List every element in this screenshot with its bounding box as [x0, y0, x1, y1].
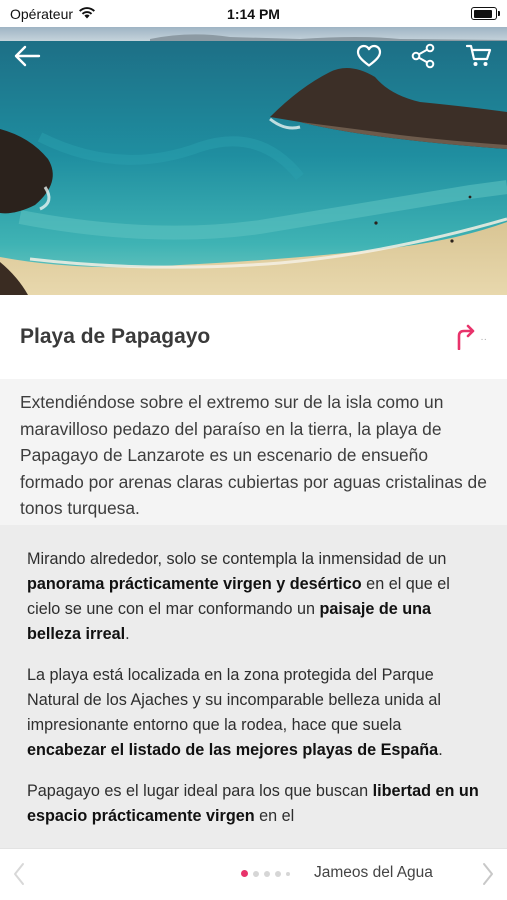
back-arrow-icon: [14, 45, 41, 67]
share-button[interactable]: [406, 39, 440, 73]
intro-text: Extendiéndose sobre el extremo sur de la…: [20, 392, 487, 518]
chevron-right-icon: [483, 863, 493, 885]
status-bar: Opérateur 1:14 PM: [0, 0, 507, 27]
directions-arrow-icon: [458, 324, 475, 350]
status-right: [471, 7, 500, 20]
body-p3-text-1: Papagayo es el lugar ideal para los que …: [27, 782, 373, 800]
more-dots-icon: ··: [480, 333, 487, 345]
body-p2-bold-1: encabezar el listado de las mejores play…: [27, 741, 439, 759]
body-paragraph-2: La playa está localizada en la zona prot…: [27, 663, 485, 763]
back-button[interactable]: [10, 39, 44, 73]
page-dot: [275, 870, 281, 877]
body-paragraph-1: Mirando alrededor, solo se contempla la …: [27, 547, 485, 647]
body-p2-text-2: .: [438, 741, 443, 759]
carrier-label: Opérateur: [10, 5, 74, 22]
description-body: Mirando alrededor, solo se contempla la …: [0, 525, 507, 848]
heart-icon: [356, 44, 382, 67]
page-dot-active: [241, 870, 248, 877]
hero-image: [0, 27, 507, 295]
share-icon: [411, 43, 435, 69]
status-left: Opérateur: [10, 6, 96, 22]
title-bar: Playa de Papagayo ··: [0, 295, 507, 379]
next-button[interactable]: [481, 862, 495, 891]
wifi-icon: [78, 6, 96, 22]
cart-icon: [466, 44, 492, 66]
body-p2-text-1: La playa está localizada en la zona prot…: [27, 666, 441, 734]
cart-button[interactable]: [462, 39, 496, 73]
next-item-label[interactable]: Jameos del Agua: [314, 864, 433, 882]
intro-section: Extendiéndose sobre el extremo sur de la…: [0, 379, 507, 525]
page-dot: [253, 870, 259, 877]
page-dot: [286, 871, 290, 876]
page-title: Playa de Papagayo: [20, 325, 211, 348]
body-p1-text-1: Mirando alrededor, solo se contempla la …: [27, 550, 447, 568]
page-indicator: [241, 870, 290, 877]
battery-level: [473, 9, 493, 18]
directions-button[interactable]: ··: [454, 324, 487, 350]
body-p1-bold-1: panorama prácticamente virgen y desértic…: [27, 575, 362, 593]
body-p1-text-3: .: [125, 625, 130, 643]
body-p3-text-2: en el: [254, 807, 295, 825]
page-dot: [264, 870, 270, 877]
battery-icon: [471, 7, 500, 20]
body-paragraph-3: Papagayo es el lugar ideal para los que …: [27, 779, 485, 829]
bottom-navigation: Jameos del Agua: [0, 848, 507, 900]
chevron-left-icon: [14, 863, 24, 885]
previous-button[interactable]: [12, 862, 26, 891]
favorite-button[interactable]: [352, 39, 386, 73]
